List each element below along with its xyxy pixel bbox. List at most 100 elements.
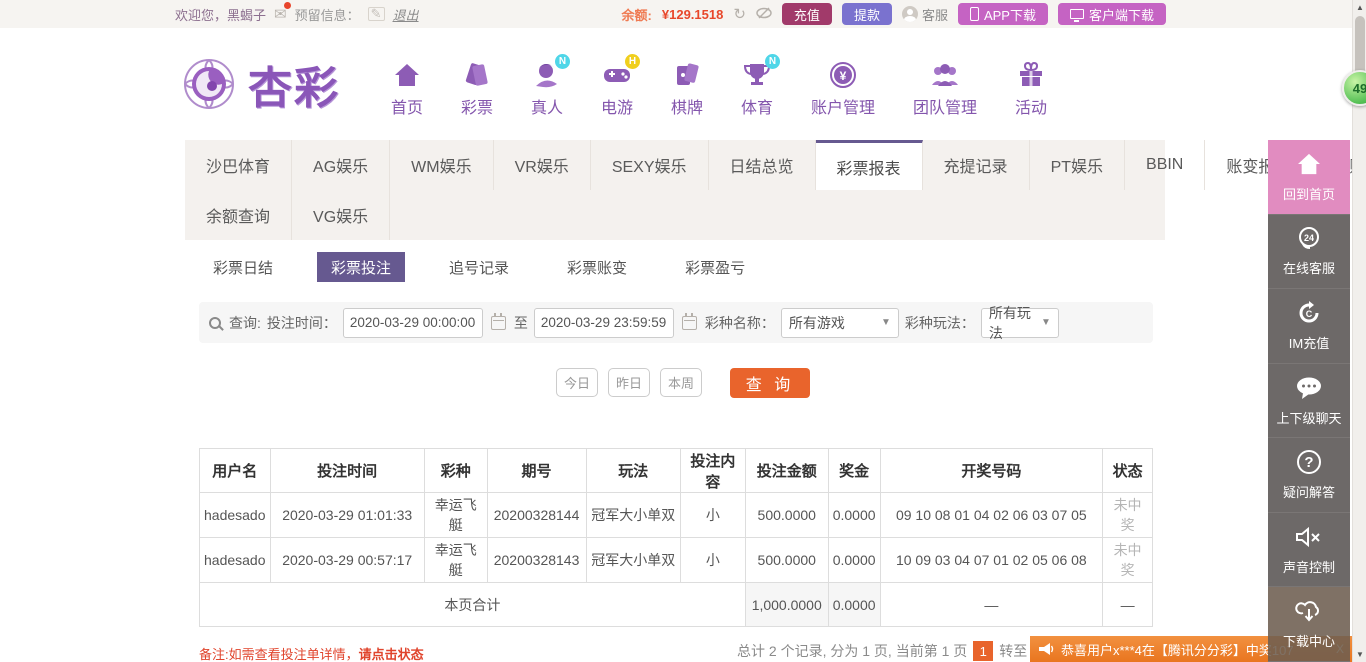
notification-dot xyxy=(283,2,291,9)
cell-status[interactable]: 未中奖 xyxy=(1102,492,1153,538)
time-from-input[interactable] xyxy=(342,307,483,338)
scroll-up-icon[interactable]: ▲ xyxy=(1353,3,1366,12)
cell-bet-amount: 500.0000 xyxy=(744,492,829,538)
sidebar-item-back-home[interactable]: 回到首页 xyxy=(1268,140,1350,215)
nav-item-sports[interactable]: N 体育 xyxy=(722,54,792,118)
summary-prize: 0.0000 xyxy=(827,582,881,627)
tab-deposit-withdraw-records[interactable]: 充提记录 xyxy=(923,140,1030,190)
tab-balance-query[interactable]: 余额查询 xyxy=(185,190,293,240)
nav-item-cards[interactable]: 棋牌 xyxy=(652,60,722,118)
yesterday-button[interactable]: 昨日 xyxy=(608,368,650,397)
tab-shaba-sports[interactable]: 沙巴体育 xyxy=(185,140,293,190)
note-action[interactable]: 请点击状态 xyxy=(359,647,424,662)
nav-item-live[interactable]: N 真人 xyxy=(512,54,582,118)
speaker-muted-icon xyxy=(1295,524,1323,550)
gift-icon xyxy=(1016,60,1046,90)
table-header-row: 用户名 投注时间 彩种 期号 玩法 投注内容 投注金额 奖金 开奖号码 状态 xyxy=(199,448,1153,493)
col-prize: 奖金 xyxy=(827,448,881,493)
cell-bet-amount: 500.0000 xyxy=(744,537,829,583)
badge-n: N xyxy=(765,54,780,69)
sidebar-item-im-recharge[interactable]: C IM充值 xyxy=(1268,289,1350,364)
client-download-button[interactable]: 客户端下载 xyxy=(1057,3,1166,25)
logout-link[interactable]: 退出 xyxy=(393,5,419,24)
page-1-button[interactable]: 1 xyxy=(973,641,994,661)
tab-pt[interactable]: PT娱乐 xyxy=(1030,140,1126,190)
customer-service-link[interactable]: 客服 xyxy=(901,5,948,24)
cell-bet-time: 2020-03-29 00:57:17 xyxy=(269,537,425,583)
sidebar-item-download-center[interactable]: 下载中心 xyxy=(1268,587,1350,662)
balance-value: ¥129.1518 xyxy=(661,6,724,22)
pagination: 总计 2 个记录, 分为 1 页, 当前第 1 页 1 转至 xyxy=(737,641,1027,661)
tab-ag[interactable]: AG娱乐 xyxy=(292,140,391,190)
marquee-text: 恭喜用户x***4在【腾讯分分彩】中奖107 xyxy=(1061,642,1294,658)
eye-hide-icon[interactable] xyxy=(756,6,772,22)
cell-prize: 0.0000 xyxy=(827,537,881,583)
lottery-subtabs: 彩票日结 彩票投注 追号记录 彩票账变 彩票盈亏 xyxy=(199,252,759,282)
cell-username: hadesado xyxy=(199,492,271,538)
today-button[interactable]: 今日 xyxy=(556,368,598,397)
this-week-button[interactable]: 本周 xyxy=(660,368,702,397)
nav-item-team[interactable]: 团队管理 xyxy=(894,60,996,118)
calendar-icon[interactable] xyxy=(490,312,506,330)
cell-issue: 20200328144 xyxy=(486,492,587,538)
nav-item-home[interactable]: 首页 xyxy=(372,60,442,118)
nav-item-lottery[interactable]: 彩票 xyxy=(442,60,512,118)
tab-daily-summary[interactable]: 日结总览 xyxy=(709,140,816,190)
subtab-lottery-profit-loss[interactable]: 彩票盈亏 xyxy=(671,252,759,282)
subtab-lottery-account-change[interactable]: 彩票账变 xyxy=(553,252,641,282)
app-download-button[interactable]: APP下载 xyxy=(957,3,1048,25)
quick-buttons: 今日 昨日 本周 查 询 xyxy=(0,368,1366,398)
search-icon xyxy=(209,316,221,329)
chat-bubble-icon xyxy=(1295,375,1323,401)
sidebar-item-online-service[interactable]: 24 在线客服 xyxy=(1268,214,1350,290)
scroll-down-icon[interactable]: ▼ xyxy=(1353,650,1366,659)
subtab-lottery-bets[interactable]: 彩票投注 xyxy=(317,252,406,282)
recharge-refresh-icon: C xyxy=(1296,300,1322,326)
logo-flower-icon xyxy=(184,59,234,109)
cell-bet-content: 小 xyxy=(680,537,746,583)
subtab-lottery-daily[interactable]: 彩票日结 xyxy=(199,252,287,282)
deposit-button[interactable]: 充值 xyxy=(781,3,832,25)
home-icon xyxy=(392,60,422,90)
cell-status[interactable]: 未中奖 xyxy=(1102,537,1153,583)
report-tabs-row1: 沙巴体育 AG娱乐 WM娱乐 VR娱乐 SEXY娱乐 日结总览 彩票报表 充提记… xyxy=(185,140,1366,190)
play-select[interactable]: 所有玩法 ▼ xyxy=(980,305,1059,341)
tab-bbin[interactable]: BBIN xyxy=(1125,140,1206,190)
edit-icon[interactable]: ✎ xyxy=(367,7,385,21)
nav-item-account[interactable]: ¥ 账户管理 xyxy=(792,60,894,118)
goto-label: 转至 xyxy=(999,643,1028,659)
subtab-chase-records[interactable]: 追号记录 xyxy=(435,252,523,282)
calendar-icon[interactable] xyxy=(681,312,697,330)
refresh-icon[interactable]: ↻ xyxy=(733,7,746,22)
cell-bet-time: 2020-03-29 01:01:33 xyxy=(269,492,425,538)
mail-icon[interactable]: ✉ xyxy=(274,2,291,23)
col-play: 玩法 xyxy=(585,448,682,493)
headset-24-icon: 24 xyxy=(1296,225,1322,251)
cell-bet-content: 小 xyxy=(680,492,746,538)
cell-draw-numbers: 09 10 08 01 04 02 06 03 07 05 xyxy=(879,492,1104,538)
search-button[interactable]: 查 询 xyxy=(730,368,810,398)
cell-lottery: 幸运飞艇 xyxy=(423,537,488,583)
col-bet-content: 投注内容 xyxy=(680,448,746,493)
svg-text:C: C xyxy=(1306,309,1313,319)
home-icon xyxy=(1297,151,1321,177)
site-logo[interactable]: 杏彩 xyxy=(178,52,340,116)
sidebar-item-faq[interactable]: ? 疑问解答 xyxy=(1268,438,1350,513)
tab-wm[interactable]: WM娱乐 xyxy=(390,140,494,190)
time-to-input[interactable] xyxy=(533,307,674,338)
sidebar-item-chat[interactable]: 上下级聊天 xyxy=(1268,363,1350,439)
cell-lottery: 幸运飞艇 xyxy=(423,492,488,538)
bets-table: 用户名 投注时间 彩种 期号 玩法 投注内容 投注金额 奖金 开奖号码 状态 h… xyxy=(199,448,1153,627)
game-select[interactable]: 所有游戏 ▼ xyxy=(780,307,899,338)
nav-item-egames[interactable]: H 电游 xyxy=(582,54,652,118)
nav-item-promos[interactable]: 活动 xyxy=(996,60,1066,118)
tab-sexy[interactable]: SEXY娱乐 xyxy=(591,140,709,190)
sidebar-item-sound-control[interactable]: 声音控制 xyxy=(1268,512,1350,588)
tab-vg[interactable]: VG娱乐 xyxy=(292,190,391,240)
tab-vr[interactable]: VR娱乐 xyxy=(494,140,591,190)
withdraw-button[interactable]: 提款 xyxy=(841,3,892,25)
tab-lottery-report[interactable]: 彩票报表 xyxy=(815,140,923,190)
col-lottery: 彩种 xyxy=(423,448,488,493)
col-username: 用户名 xyxy=(199,448,271,493)
bet-time-label: 投注时间： xyxy=(266,314,337,331)
